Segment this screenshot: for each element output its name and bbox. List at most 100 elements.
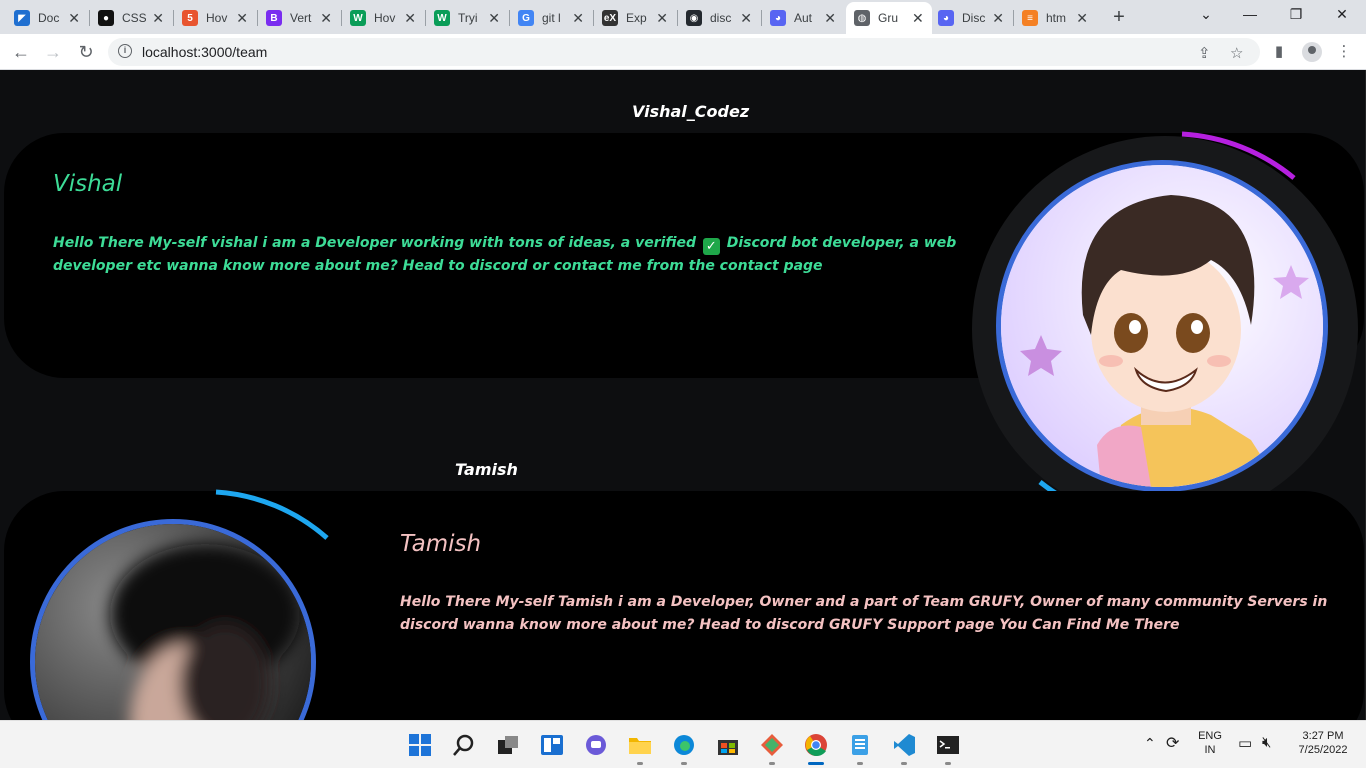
browser-tab[interactable]: B Vert ✕ (258, 4, 340, 32)
region-code: IN (1204, 744, 1216, 756)
browser-tab[interactable]: W Tryi ✕ (426, 4, 508, 32)
volume-muted-icon[interactable]: 🔇︎ (1262, 734, 1271, 751)
tab-favicon-icon: ◉ (686, 10, 702, 26)
minimize-button[interactable]: — (1238, 6, 1262, 22)
browser-tab[interactable]: ≡ htm ✕ (1014, 4, 1096, 32)
browser-tab[interactable]: ◤ Doc ✕ (6, 4, 88, 32)
chevron-up-icon[interactable]: ⌃ (1144, 735, 1156, 752)
browser-tab[interactable]: eX Exp ✕ (594, 4, 676, 32)
running-indicator (901, 762, 907, 765)
bookmark-star-icon[interactable]: ☆ (1230, 44, 1243, 62)
url-text: localhost:3000/team (142, 44, 268, 60)
tab-favicon-icon: ≡ (1022, 10, 1038, 26)
tab-search-icon[interactable]: ⌄ (1194, 6, 1218, 23)
tab-title: git l (542, 11, 561, 25)
terminal-icon[interactable] (936, 733, 960, 757)
verified-check-icon: ✓ (702, 238, 720, 255)
vscode-icon[interactable] (892, 733, 916, 757)
tab-favicon-icon: ◍ (854, 10, 870, 26)
tab-title: Vert (290, 11, 312, 25)
clock-date: 7/25/2022 (1298, 744, 1348, 756)
site-info-icon[interactable]: i (118, 44, 132, 58)
menu-kebab-icon[interactable]: ⋮ (1334, 42, 1354, 60)
tab-title: Aut (794, 11, 813, 25)
gitkraken-icon[interactable] (760, 733, 784, 757)
task-view-icon[interactable] (496, 733, 520, 757)
start-menu-icon[interactable] (408, 733, 432, 757)
close-tab-icon[interactable]: ✕ (992, 10, 1004, 27)
address-bar[interactable]: i localhost:3000/team ⇪ ☆ (108, 38, 1260, 66)
browser-tab[interactable]: ◉ disc ✕ (678, 4, 760, 32)
browser-tab-strip: + ⌄ — ❐ ✕ ◤ Doc ✕ ● CSS ✕ 5 Hov ✕ B Vert ✕ W Hov ✕ W Try… (0, 0, 1366, 34)
network-icon[interactable]: ▭ (1238, 734, 1252, 752)
notepad-icon[interactable] (848, 733, 872, 757)
tab-title: Hov (374, 11, 396, 25)
running-indicator (637, 762, 643, 765)
browser-toolbar: ← → ↻ i localhost:3000/team ⇪ ☆ ▮ ⋮ (0, 34, 1366, 70)
close-tab-icon[interactable]: ✕ (912, 10, 924, 27)
close-tab-icon[interactable]: ✕ (488, 10, 500, 27)
browser-tab[interactable]: Ggit l ✕ (510, 4, 592, 32)
close-tab-icon[interactable]: ✕ (404, 10, 416, 27)
tab-title: Tryi (458, 11, 478, 25)
profile-avatar-icon[interactable] (1302, 42, 1322, 62)
browser-tab[interactable]: ◍ Gru ✕ (846, 2, 932, 34)
teams-chat-icon[interactable] (584, 733, 608, 757)
member-name-tamish: Tamish (400, 531, 482, 557)
browser-tab[interactable]: 5 Hov ✕ (174, 4, 256, 32)
running-indicator (681, 762, 687, 765)
forward-icon[interactable]: → (42, 41, 64, 63)
edge-browser-icon[interactable] (672, 733, 696, 757)
close-tab-icon[interactable]: ✕ (656, 10, 668, 27)
chrome-icon[interactable] (804, 733, 828, 757)
tab-title: Disc (962, 11, 986, 25)
new-tab-button[interactable]: + (1108, 6, 1130, 28)
tab-favicon-icon: eX (602, 10, 618, 26)
tab-title: htm (1046, 11, 1067, 25)
side-panel-icon[interactable]: ▮ (1269, 42, 1289, 60)
back-icon[interactable]: ← (10, 41, 32, 63)
tab-favicon-icon: ◕ (938, 10, 954, 26)
file-explorer-icon[interactable] (628, 733, 652, 757)
browser-tab[interactable]: W Hov ✕ (342, 4, 424, 32)
tab-favicon-icon: ● (98, 10, 114, 26)
restore-button[interactable]: ❐ (1284, 6, 1308, 23)
tab-favicon-icon: W (434, 10, 450, 26)
close-tab-icon[interactable]: ✕ (1076, 10, 1088, 27)
language-code: ENG (1198, 730, 1222, 742)
member-name-vishal: Vishal (53, 171, 123, 197)
share-icon[interactable]: ⇪ (1198, 44, 1211, 62)
tab-title: disc (710, 11, 732, 25)
member-heading-vishal: Vishal_Codez (632, 102, 750, 121)
widgets-icon[interactable] (540, 733, 564, 757)
tab-title: Gru (878, 11, 899, 25)
search-icon[interactable] (452, 733, 476, 757)
windows-taskbar: ⌃ ⟳ ENG IN ▭ 🔇︎ 3:27 PM 7/25/2022 (0, 720, 1366, 768)
tab-title: Doc (38, 11, 60, 25)
clock[interactable]: 3:27 PM 7/25/2022 (1290, 730, 1356, 756)
close-tab-icon[interactable]: ✕ (152, 10, 164, 27)
close-tab-icon[interactable]: ✕ (236, 10, 248, 27)
tab-title: Hov (206, 11, 228, 25)
browser-tab[interactable]: ◕ Disc ✕ (930, 4, 1012, 32)
member-description-vishal: Hello There My-self vishal i am a Develo… (53, 235, 957, 274)
tab-favicon-icon: W (350, 10, 366, 26)
language-indicator[interactable]: ENG IN (1196, 730, 1224, 756)
close-tab-icon[interactable]: ✕ (320, 10, 332, 27)
avatar-vishal (996, 160, 1328, 492)
store-icon[interactable] (716, 733, 740, 757)
close-window-button[interactable]: ✕ (1330, 6, 1354, 23)
close-tab-icon[interactable]: ✕ (572, 10, 584, 27)
close-tab-icon[interactable]: ✕ (68, 10, 80, 27)
browser-tab[interactable]: ● CSS ✕ (90, 4, 172, 32)
team-page: Vishal_Codez Vishal Hello There My-self … (0, 70, 1366, 720)
close-tab-icon[interactable]: ✕ (740, 10, 752, 27)
reload-icon[interactable]: ↻ (75, 41, 97, 63)
tab-favicon-icon: ◤ (14, 10, 30, 26)
running-indicator (769, 762, 775, 765)
tab-favicon-icon: 5 (182, 10, 198, 26)
anime-avatar-illustration (1001, 165, 1323, 487)
sync-icon[interactable]: ⟳ (1166, 733, 1179, 753)
browser-tab[interactable]: ◕ Aut ✕ (762, 4, 844, 32)
close-tab-icon[interactable]: ✕ (824, 10, 836, 27)
